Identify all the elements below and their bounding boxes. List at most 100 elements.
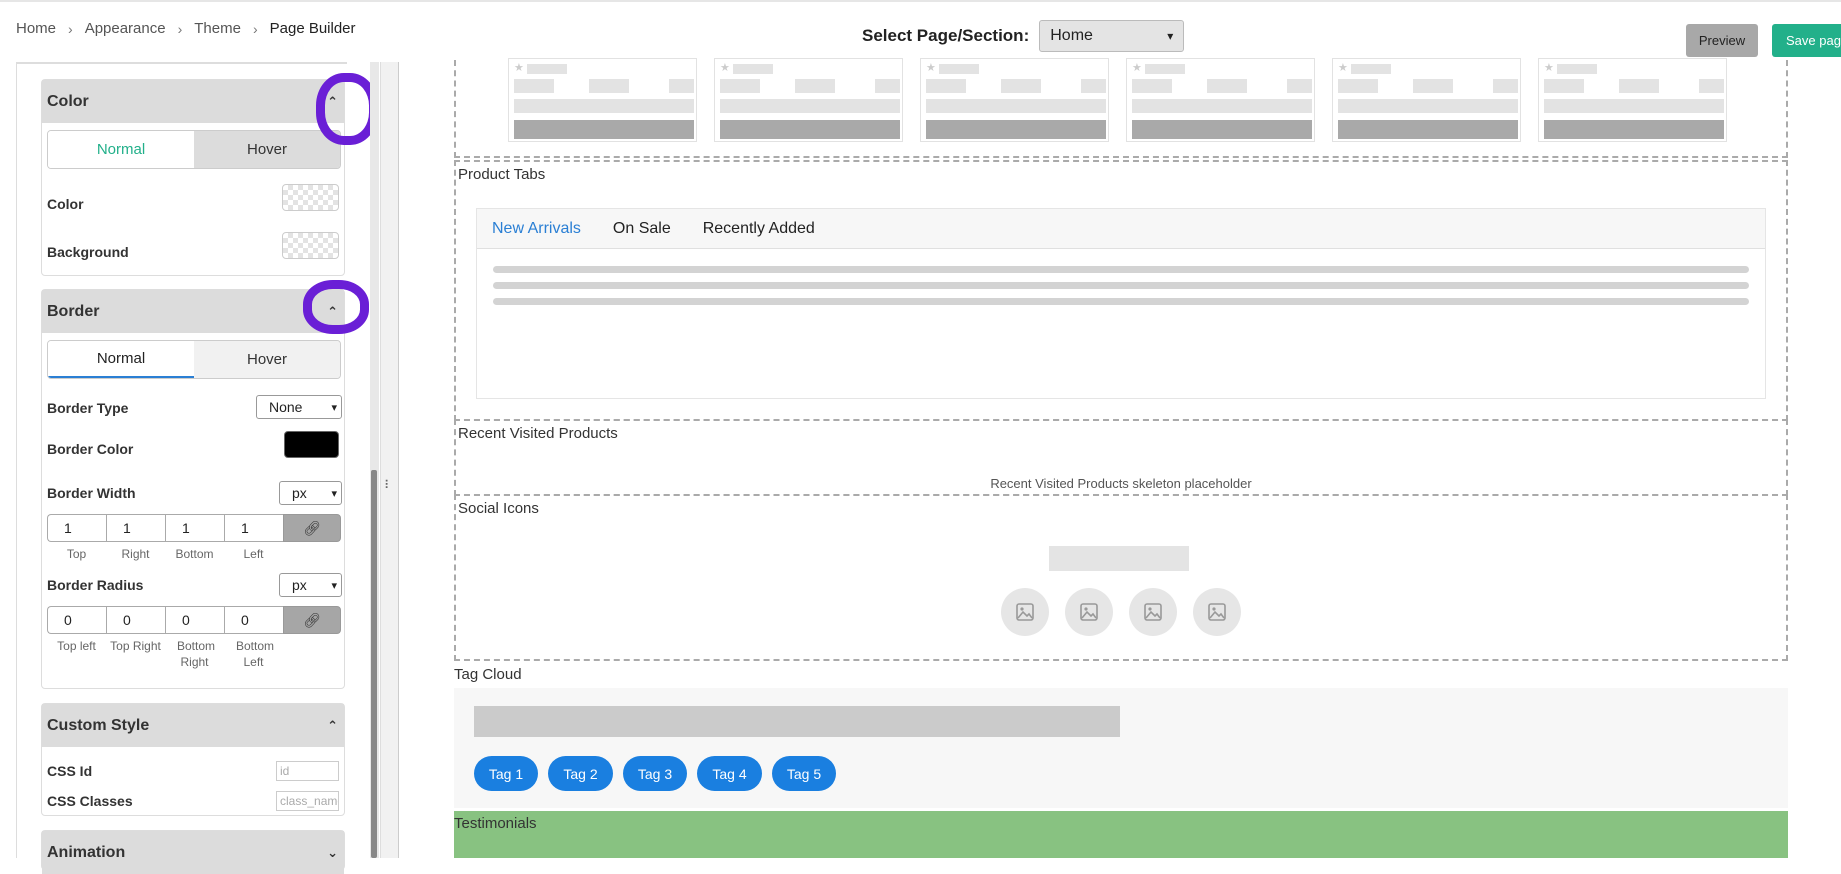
radius-top-right-input[interactable]: 0 xyxy=(106,606,165,634)
product-tabs-section[interactable]: Product Tabs New Arrivals On Sale Recent… xyxy=(454,160,1788,421)
product-card-skeleton: ★ xyxy=(1126,58,1315,142)
border-type-select[interactable]: None ▾ xyxy=(256,395,342,419)
preview-button[interactable]: Preview xyxy=(1686,24,1758,57)
sublabel-bottom-right: Bottom Right xyxy=(177,639,216,669)
border-radius-unit-select[interactable]: px ▾ xyxy=(279,573,342,597)
border-type-label: Border Type xyxy=(47,400,129,416)
tag-pill[interactable]: Tag 3 xyxy=(623,756,687,791)
tag-cloud-heading-skeleton xyxy=(474,706,1120,737)
breadcrumb: Home › Appearance › Theme › Page Builder xyxy=(16,20,356,37)
animation-title: Animation xyxy=(47,843,126,861)
breadcrumb-page-builder: Page Builder xyxy=(269,20,356,37)
image-icon[interactable] xyxy=(1193,588,1241,636)
skeleton-line xyxy=(493,282,1749,289)
link-icon[interactable]: 🔗︎ xyxy=(283,514,341,542)
breadcrumb-appearance[interactable]: Appearance xyxy=(85,20,166,37)
tag-cloud-section[interactable]: Tag 1 Tag 2 Tag 3 Tag 4 Tag 5 xyxy=(454,688,1788,808)
color-panel-title: Color xyxy=(47,92,89,110)
recent-visited-placeholder: Recent Visited Products skeleton placeho… xyxy=(990,476,1252,491)
sublabel-bottom: Bottom xyxy=(175,547,214,561)
product-tabs-widget: New Arrivals On Sale Recently Added xyxy=(476,208,1766,399)
css-id-label: CSS Id xyxy=(47,763,93,779)
sublabel-top-right: Top Right xyxy=(110,639,161,653)
radius-top-left-input[interactable]: 0 xyxy=(47,606,106,634)
breadcrumb-theme[interactable]: Theme xyxy=(194,20,241,37)
animation-header[interactable]: Animation ⌄ xyxy=(42,831,344,874)
annotation-circle-border xyxy=(303,280,369,334)
color-swatch[interactable] xyxy=(282,184,339,211)
tag-pill[interactable]: Tag 4 xyxy=(697,756,762,791)
border-type-value: None xyxy=(269,399,303,415)
tab-new-arrivals[interactable]: New Arrivals xyxy=(492,220,581,238)
css-classes-input[interactable]: class_name xyxy=(276,791,339,811)
background-swatch[interactable] xyxy=(282,232,339,259)
testimonials-section[interactable]: Testimonials xyxy=(454,811,1788,858)
custom-style-title: Custom Style xyxy=(47,716,150,734)
save-page-button[interactable]: Save page xyxy=(1772,24,1841,57)
page-select[interactable]: Home ▾ xyxy=(1039,20,1185,52)
resize-gutter[interactable] xyxy=(380,62,398,858)
color-label: Color xyxy=(47,196,84,212)
custom-style-header[interactable]: Custom Style ⌃ xyxy=(42,704,344,747)
border-normal-tab[interactable]: Normal xyxy=(48,341,194,378)
border-width-left-input[interactable]: 1 xyxy=(224,514,283,542)
border-hover-tab[interactable]: Hover xyxy=(194,341,340,378)
tag-cloud-title: Tag Cloud xyxy=(454,666,522,683)
color-hover-tab[interactable]: Hover xyxy=(194,131,340,168)
page-section-selector: Select Page/Section: Home ▾ xyxy=(862,20,1185,52)
border-width-unit-select[interactable]: px ▾ xyxy=(279,481,342,505)
border-width-label: Border Width xyxy=(47,485,136,501)
animation-panel: Animation ⌄ xyxy=(41,830,345,874)
product-card-skeleton: ★ xyxy=(714,58,903,142)
drag-handle-icon[interactable]: ⠇ xyxy=(384,478,393,492)
image-icon[interactable] xyxy=(1001,588,1049,636)
border-radius-label: Border Radius xyxy=(47,577,144,593)
border-panel-header[interactable]: Border ⌃ xyxy=(42,290,344,333)
color-normal-tab[interactable]: Normal xyxy=(48,131,194,168)
tab-recently-added[interactable]: Recently Added xyxy=(703,220,815,238)
sidebar-scrollbar-thumb[interactable] xyxy=(371,470,377,858)
star-icon: ★ xyxy=(514,62,524,74)
product-card-skeleton: ★ xyxy=(920,58,1109,142)
chevron-down-icon: ▾ xyxy=(1167,29,1174,43)
product-grid-section[interactable]: ★ ★ ★ ★ ★ ★ xyxy=(454,58,1788,158)
border-radius-inputs: 0 0 0 0 🔗︎ xyxy=(47,606,341,634)
css-id-input[interactable]: id xyxy=(276,761,339,781)
image-icon[interactable] xyxy=(1129,588,1177,636)
border-panel: Border ⌃ Normal Hover Border Type None ▾… xyxy=(41,289,345,689)
social-icons-section[interactable]: Social Icons xyxy=(454,494,1788,661)
chevron-down-icon: ▾ xyxy=(331,579,337,592)
tag-pill[interactable]: Tag 1 xyxy=(474,756,538,791)
link-icon[interactable]: 🔗︎ xyxy=(283,606,341,634)
chevron-down-icon[interactable]: ⌄ xyxy=(327,845,338,861)
border-color-swatch[interactable] xyxy=(284,431,339,458)
border-radius-sublabels: Top left Top Right Bottom Right Bottom L… xyxy=(47,638,283,670)
annotation-circle-color xyxy=(316,73,378,145)
skeleton-line xyxy=(493,266,1749,273)
recent-visited-section[interactable]: Recent Visited Products Recent Visited P… xyxy=(454,419,1788,496)
tag-pill[interactable]: Tag 2 xyxy=(548,756,613,791)
tab-on-sale[interactable]: On Sale xyxy=(613,220,671,238)
border-width-bottom-input[interactable]: 1 xyxy=(165,514,224,542)
product-card-skeleton: ★ xyxy=(1538,58,1727,142)
color-panel-header[interactable]: Color ⌃ xyxy=(42,80,344,123)
custom-style-panel: Custom Style ⌃ CSS Id id CSS Classes cla… xyxy=(41,703,345,816)
border-state-toggle: Normal Hover xyxy=(47,340,341,379)
star-icon: ★ xyxy=(720,62,730,74)
border-width-right-input[interactable]: 1 xyxy=(106,514,165,542)
radius-bottom-left-input[interactable]: 0 xyxy=(224,606,283,634)
product-card-skeleton: ★ xyxy=(508,58,697,142)
border-width-top-input[interactable]: 1 xyxy=(47,514,106,542)
sublabel-bottom-left: Bottom Left xyxy=(236,639,275,669)
tag-pill[interactable]: Tag 5 xyxy=(772,756,836,791)
star-icon: ★ xyxy=(1544,62,1554,74)
border-width-inputs: 1 1 1 1 🔗︎ xyxy=(47,514,341,542)
product-tabs-bar: New Arrivals On Sale Recently Added xyxy=(477,209,1765,249)
star-icon: ★ xyxy=(1132,62,1142,74)
border-width-sublabels: Top Right Bottom Left xyxy=(47,546,283,562)
radius-bottom-right-input[interactable]: 0 xyxy=(165,606,224,634)
color-panel: Color ⌃ Normal Hover Color Background xyxy=(41,79,345,276)
image-icon[interactable] xyxy=(1065,588,1113,636)
breadcrumb-home[interactable]: Home xyxy=(16,20,56,37)
chevron-up-icon[interactable]: ⌃ xyxy=(327,718,338,734)
